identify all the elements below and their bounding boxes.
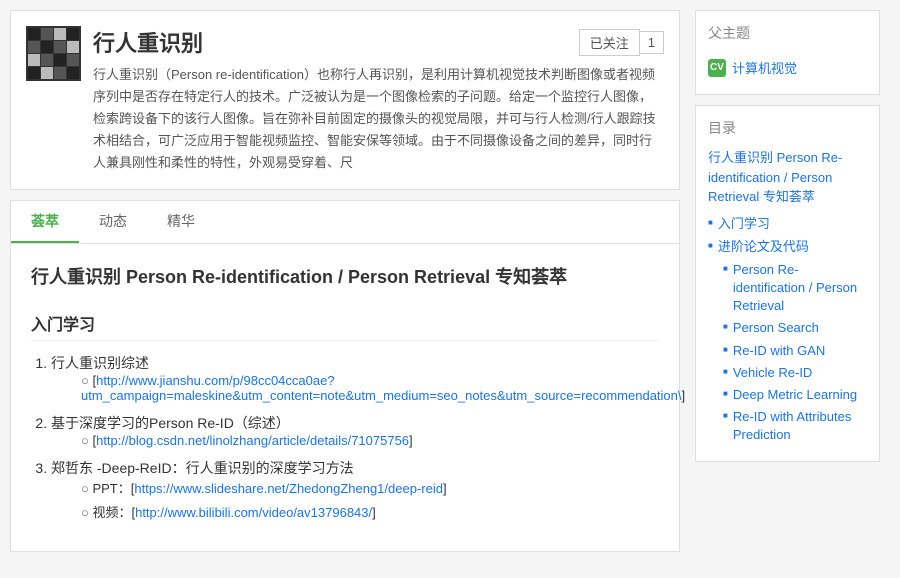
list-item-3-text: 郑哲东 -Deep-ReID：行人重识别的深度学习方法 (51, 460, 354, 476)
tab-huicui[interactable]: 荟萃 (11, 201, 79, 243)
list-item-2-link: [http://blog.csdn.net/linolzhang/article… (81, 433, 659, 448)
list-item-3: 郑哲东 -Deep-ReID：行人重识别的深度学习方法 PPT：[https:/… (51, 458, 659, 521)
follow-count: 1 (640, 31, 664, 54)
topic-thumbnail (26, 26, 81, 81)
toc-sub-item-person-search: Person Search (723, 319, 867, 337)
list-item-3-ppt: PPT：[https://www.slideshare.net/ZhedongZ… (81, 478, 659, 497)
toc-link-attributes[interactable]: Re-ID with Attributes Prediction (733, 408, 867, 444)
parent-topic-title: 父主题 (708, 23, 867, 43)
toc-sub-item-metric: Deep Metric Learning (723, 386, 867, 404)
list-item-1: 行人重识别综述 [http://www.jianshu.com/p/98cc04… (51, 353, 659, 403)
toc-link-gan[interactable]: Re-ID with GAN (733, 342, 825, 360)
link-bilibili[interactable]: http://www.bilibili.com/video/av13796843… (135, 505, 372, 520)
cv-icon: CV (708, 59, 726, 77)
toc-item-advanced: 进阶论文及代码 (708, 238, 867, 256)
article-title: 行人重识别 Person Re-identification / Person … (31, 264, 659, 291)
toc-main-link[interactable]: 行人重识别 Person Re-identification / Person … (708, 148, 867, 207)
header-card: 行人重识别 已关注 1 行人重识别（Person re-identificati… (10, 10, 680, 190)
toc-sub-item-attributes: Re-ID with Attributes Prediction (723, 408, 867, 444)
tab-bar: 荟萃 动态 精华 (10, 200, 680, 243)
toc-sub-item-gan: Re-ID with GAN (723, 342, 867, 360)
toc-link-metric[interactable]: Deep Metric Learning (733, 386, 857, 404)
parent-topic-item[interactable]: CV 计算机视觉 (708, 53, 867, 82)
follow-button[interactable]: 已关注 (579, 29, 640, 56)
toc-link-advanced[interactable]: 进阶论文及代码 (718, 238, 809, 256)
sidebar: 父主题 CV 计算机视觉 目录 行人重识别 Person Re-identifi… (690, 0, 890, 578)
tab-jinghua[interactable]: 精华 (147, 201, 215, 243)
list-item-1-links: [http://www.jianshu.com/p/98cc04cca0ae?u… (51, 373, 659, 403)
toc-title: 目录 (708, 118, 867, 138)
toc-sub-list: Person Re-identification / Person Retrie… (708, 261, 867, 445)
toc-main-list: 入门学习 进阶论文及代码 (708, 215, 867, 256)
page-title: 行人重识别 (93, 26, 203, 58)
tab-dongtai[interactable]: 动态 (79, 201, 147, 243)
toc-item-intro: 入门学习 (708, 215, 867, 233)
list-item-link: [http://www.jianshu.com/p/98cc04cca0ae?u… (81, 373, 659, 403)
toc-link-reid[interactable]: Person Re-identification / Person Retrie… (733, 261, 867, 316)
header-description: 行人重识别（Person re-identification）也称行人再识别，是… (93, 64, 664, 174)
toc-sub-item-vehicle: Vehicle Re-ID (723, 364, 867, 382)
header-text-area: 行人重识别 已关注 1 行人重识别（Person re-identificati… (93, 26, 664, 174)
section-intro-title: 入门学习 (31, 311, 659, 341)
list-item-3-video: 视频：[http://www.bilibili.com/video/av1379… (81, 502, 659, 521)
list-item-1-text: 行人重识别综述 (51, 355, 149, 371)
toc-sub-item-reid: Person Re-identification / Person Retrie… (723, 261, 867, 316)
toc-section: 目录 行人重识别 Person Re-identification / Pers… (695, 105, 880, 462)
header-title-row: 行人重识别 已关注 1 (93, 26, 664, 58)
list-item-2-text: 基于深度学习的Person Re-ID（综述） (51, 415, 290, 431)
link-jianshu[interactable]: http://www.jianshu.com/p/98cc04cca0ae?ut… (81, 373, 682, 403)
toc-link-vehicle[interactable]: Vehicle Re-ID (733, 364, 812, 382)
toc-link-intro[interactable]: 入门学习 (718, 215, 770, 233)
article-content: 行人重识别 Person Re-identification / Person … (10, 243, 680, 552)
parent-topic-section: 父主题 CV 计算机视觉 (695, 10, 880, 95)
intro-list: 行人重识别综述 [http://www.jianshu.com/p/98cc04… (31, 353, 659, 521)
link-csdn[interactable]: http://blog.csdn.net/linolzhang/article/… (96, 433, 409, 448)
toc-link-person-search[interactable]: Person Search (733, 319, 819, 337)
main-content: 行人重识别 已关注 1 行人重识别（Person re-identificati… (0, 0, 690, 578)
parent-topic-label[interactable]: 计算机视觉 (732, 58, 797, 77)
list-item-2: 基于深度学习的Person Re-ID（综述） [http://blog.csd… (51, 413, 659, 448)
list-item-2-links: [http://blog.csdn.net/linolzhang/article… (51, 433, 659, 448)
follow-button-group: 已关注 1 (579, 29, 664, 56)
list-item-3-links: PPT：[https://www.slideshare.net/ZhedongZ… (51, 478, 659, 521)
link-slideshare[interactable]: https://www.slideshare.net/ZhedongZheng1… (134, 481, 443, 496)
